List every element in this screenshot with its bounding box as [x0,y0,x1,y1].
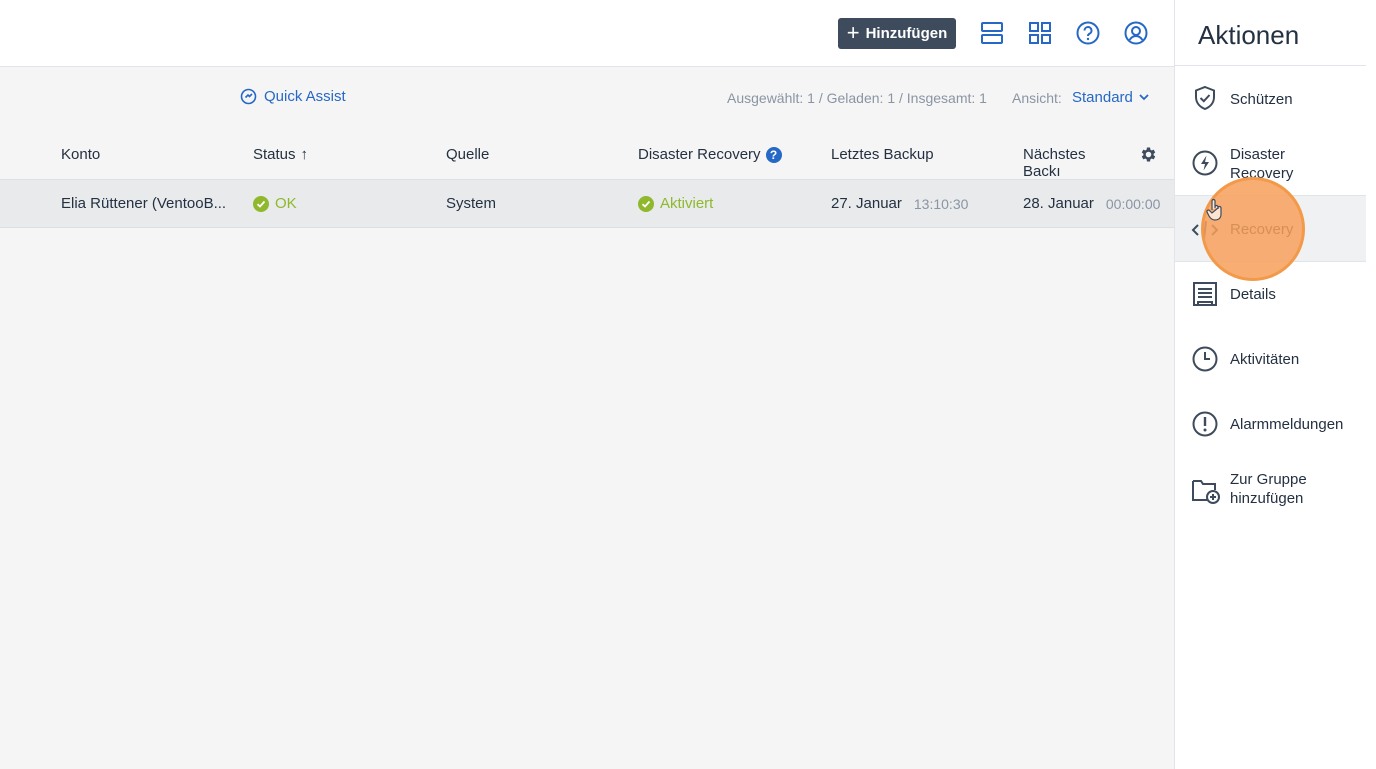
folder-add-icon [1192,480,1220,504]
cell-disaster-recovery: Aktiviert [638,195,713,212]
scrollbar[interactable] [1366,0,1376,769]
cell-naechstes-backup: 28. Januar 00:00:00 [1023,195,1160,212]
column-label: Nächstes Backı [1023,146,1086,180]
details-icon [1193,282,1217,306]
action-label: Disaster Recovery [1230,146,1294,182]
grid-view-icon[interactable] [1027,20,1053,46]
column-label: Status [253,146,296,163]
action-zur-gruppe-hinzufuegen[interactable]: Zur Gruppe hinzufügen [1175,463,1366,519]
action-recovery[interactable]: Recovery [1175,195,1366,262]
view-select[interactable]: Standard [1072,89,1149,106]
action-label: Details [1230,286,1276,303]
add-button-label: Hinzufügen [865,25,948,42]
action-schuetzen[interactable]: Schützen [1175,76,1366,122]
action-label: Alarmmeldungen [1230,416,1344,433]
column-header-disaster-recovery[interactable]: Disaster Recovery ? [638,146,782,163]
view-value: Standard [1072,89,1133,106]
action-aktivitaeten[interactable]: Aktivitäten [1175,335,1366,385]
plus-icon: + [846,19,860,45]
column-label: Quelle [446,146,490,163]
add-button[interactable]: + Hinzufügen [838,18,956,49]
action-label: Aktivitäten [1230,351,1300,368]
action-label: Zur Gruppe hinzufügen [1230,471,1307,507]
help-badge-icon[interactable]: ? [765,146,782,163]
help-icon[interactable] [1075,20,1101,46]
action-alarmmeldungen[interactable]: Alarmmeldungen [1175,400,1366,450]
clock-icon [1192,346,1218,372]
view-label: Ansicht: [1012,90,1062,106]
selection-counts: Ausgewählt: 1 / Geladen: 1 / Insgesamt: … [727,90,987,106]
action-disaster-recovery[interactable]: Disaster Recovery [1175,132,1366,194]
main-area [0,0,1174,769]
gear-icon[interactable] [1139,145,1158,164]
action-label: Recovery [1230,221,1294,238]
panel-title: Aktionen [1198,20,1300,50]
check-circle-icon [253,195,269,212]
status-text: OK [275,195,297,212]
action-details[interactable]: Details [1175,270,1366,320]
cell-konto: Elia Rüttener (VentooB... [61,195,227,212]
sort-arrow-icon: ↑ [300,146,309,163]
account-icon[interactable] [1123,20,1149,46]
check-circle-icon [638,195,654,212]
recovery-icon [1191,220,1219,240]
shield-icon [1195,85,1215,111]
alert-icon [1192,411,1218,437]
column-label: Konto [61,146,101,163]
column-header-status[interactable]: Status ↑ [253,146,308,163]
column-header-quelle[interactable]: Quelle [446,146,489,163]
quick-assist-icon [240,88,257,105]
quick-assist-label: Quick Assist [264,88,346,105]
cell-letztes-backup: 27. Januar 13:10:30 [831,195,968,212]
column-label: Letztes Backup [831,146,934,163]
quick-assist-link[interactable]: Quick Assist [240,88,346,105]
cell-quelle: System [446,195,497,212]
lightning-icon [1192,150,1218,176]
cell-status: OK [253,195,297,212]
dr-status-text: Aktiviert [660,195,714,212]
next-backup-date: 28. Januar [1023,195,1094,212]
column-label: Disaster Recovery [638,146,761,163]
list-view-icon[interactable] [979,20,1005,46]
column-header-naechstes-backup[interactable]: Nächstes Backı [1023,146,1126,180]
last-backup-time: 13:10:30 [913,195,969,212]
column-header-konto[interactable]: Konto [61,146,100,163]
divider [1175,65,1366,66]
action-label: Schützen [1230,91,1293,108]
next-backup-time: 00:00:00 [1105,195,1161,212]
last-backup-date: 27. Januar [831,195,902,212]
chevron-down-icon [1139,94,1149,101]
column-header-letztes-backup[interactable]: Letztes Backup [831,146,934,163]
